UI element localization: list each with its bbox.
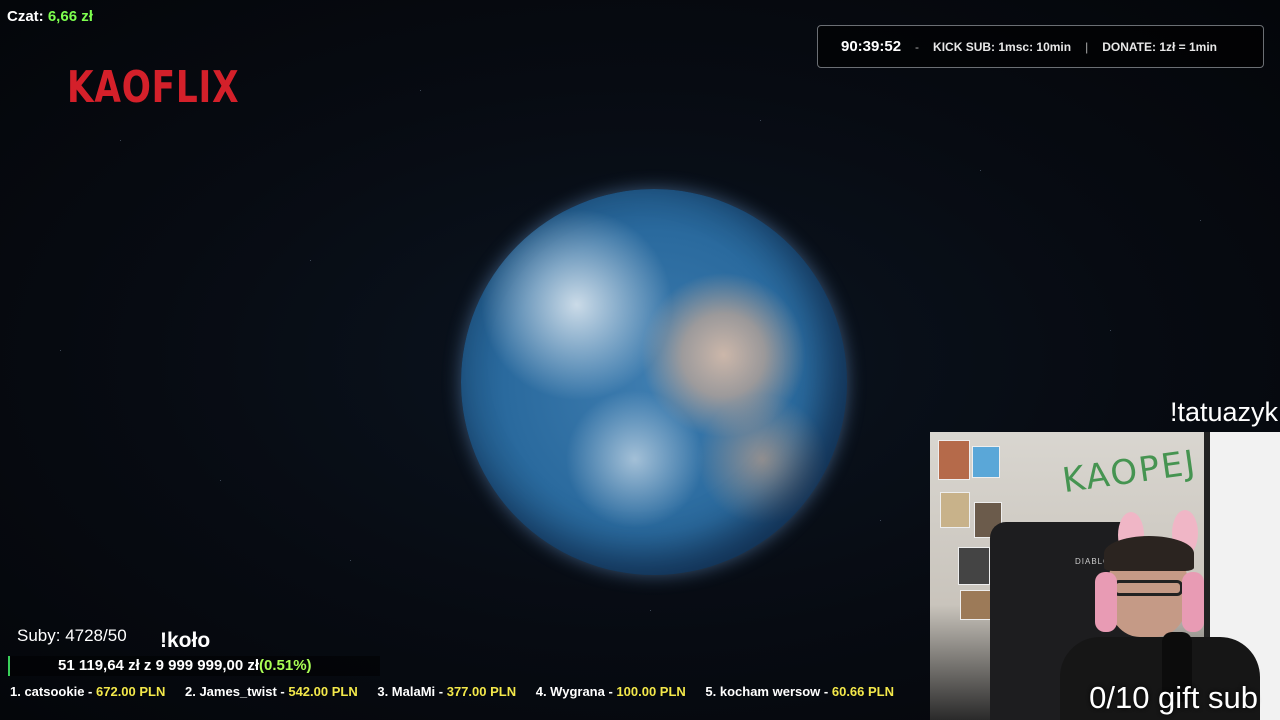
donor-leaderboard: 1. catsookie - 672.00 PLN 2. James_twist… <box>10 684 910 699</box>
leaderboard-entry: 3. MalaMi - 377.00 PLN <box>377 684 516 699</box>
leaderboard-name: 2. James_twist - <box>185 684 285 699</box>
earth-globe <box>461 189 847 575</box>
subathon-timer: 90:39:52 <box>841 38 902 55</box>
subs-counter: Suby: 4728/50 <box>17 626 127 645</box>
kaoflix-logo: KAOFLIX <box>67 62 240 113</box>
kolo-command: !koło <box>160 629 211 652</box>
leaderboard-amount: 100.00 PLN <box>616 684 686 699</box>
donation-current: 51 119,64 zł <box>58 657 140 674</box>
leaderboard-amount: 542.00 PLN <box>288 684 358 699</box>
headset-right <box>1182 572 1204 632</box>
leaderboard-name: 4. Wygrana - <box>535 684 613 699</box>
leaderboard-entry: 4. Wygrana - 100.00 PLN <box>536 684 686 699</box>
webcam-feed: KAOPEJ DIABLO <box>930 432 1280 720</box>
headset-left <box>1095 572 1117 632</box>
leaderboard-entry: 1. catsookie - 672.00 PLN <box>10 684 165 699</box>
chat-cost-amount: 6,66 zł <box>47 8 93 25</box>
stream-info-box: 90:39:52 - KICK SUB: 1msc: 10min | DONAT… <box>817 25 1264 68</box>
leaderboard-name: 3. MalaMi - <box>377 684 444 699</box>
gift-sub-counter: 0/10 gift sub <box>1089 680 1258 715</box>
leaderboard-amount: 377.00 PLN <box>446 684 517 699</box>
leaderboard-entry: 5. kocham wersow - 60.66 PLN <box>705 684 894 699</box>
info-divider: | <box>1085 39 1089 54</box>
donation-goal-fill <box>8 656 12 676</box>
leaderboard-name: 5. kocham wersow - <box>705 684 829 699</box>
streamer-hair <box>1104 536 1194 571</box>
donation-goal-bar: 51 119,64 zł z 9 999 999,00 zł(0.51%) <box>8 656 380 676</box>
info-dash: - <box>915 39 920 54</box>
leaderboard-amount: 60.66 PLN <box>831 684 895 699</box>
leaderboard-amount: 672.00 PLN <box>96 684 166 699</box>
donation-of: z <box>143 657 152 674</box>
donate-rate: DONATE: 1zł = 1min <box>1102 39 1218 54</box>
chat-cost: Czat: 6,66 zł <box>7 8 93 25</box>
donation-percent: (0.51%) <box>259 657 312 674</box>
wall-graffiti: KAOPEJ <box>1059 442 1200 502</box>
leaderboard-entry: 2. James_twist - 542.00 PLN <box>185 684 358 699</box>
donation-goal-text: 51 119,64 zł z 9 999 999,00 zł(0.51%) <box>58 657 312 674</box>
donation-target: 9 999 999,00 zł <box>155 657 260 674</box>
leaderboard-name: 1. catsookie - <box>10 684 93 699</box>
kick-sub-rate: KICK SUB: 1msc: 10min <box>933 39 1072 54</box>
tatuazyk-command: !tatuazyk <box>1169 397 1278 427</box>
chat-cost-label: Czat: <box>7 8 44 25</box>
glasses <box>1113 580 1183 596</box>
